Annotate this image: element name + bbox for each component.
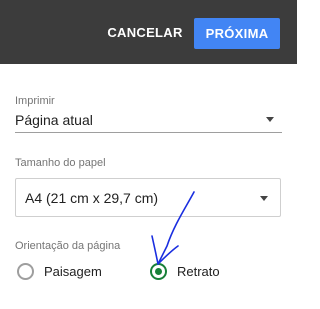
print-label: Imprimir xyxy=(15,95,55,107)
cancel-button[interactable]: CANCELAR xyxy=(103,19,187,47)
dropdown-arrow-icon xyxy=(266,117,274,122)
print-select-value: Página atual xyxy=(15,112,93,128)
dialog-header: CANCELAR PRÓXIMA xyxy=(0,0,297,64)
radio-unchecked-icon xyxy=(17,263,34,280)
print-select[interactable]: Página atual xyxy=(15,108,282,133)
radio-portrait-label: Retrato xyxy=(177,264,220,279)
radio-landscape[interactable]: Paisagem xyxy=(17,263,117,283)
radio-landscape-label: Paisagem xyxy=(44,264,102,279)
orientation-label: Orientação da página xyxy=(15,240,121,252)
next-button[interactable]: PRÓXIMA xyxy=(194,18,280,49)
dropdown-arrow-icon xyxy=(260,196,268,201)
paper-size-label: Tamanho do papel xyxy=(15,157,106,169)
paper-size-value: A4 (21 cm x 29,7 cm) xyxy=(25,190,159,206)
paper-size-select[interactable]: A4 (21 cm x 29,7 cm) xyxy=(15,178,281,217)
radio-portrait[interactable]: Retrato xyxy=(150,263,240,283)
radio-checked-icon xyxy=(150,263,167,280)
